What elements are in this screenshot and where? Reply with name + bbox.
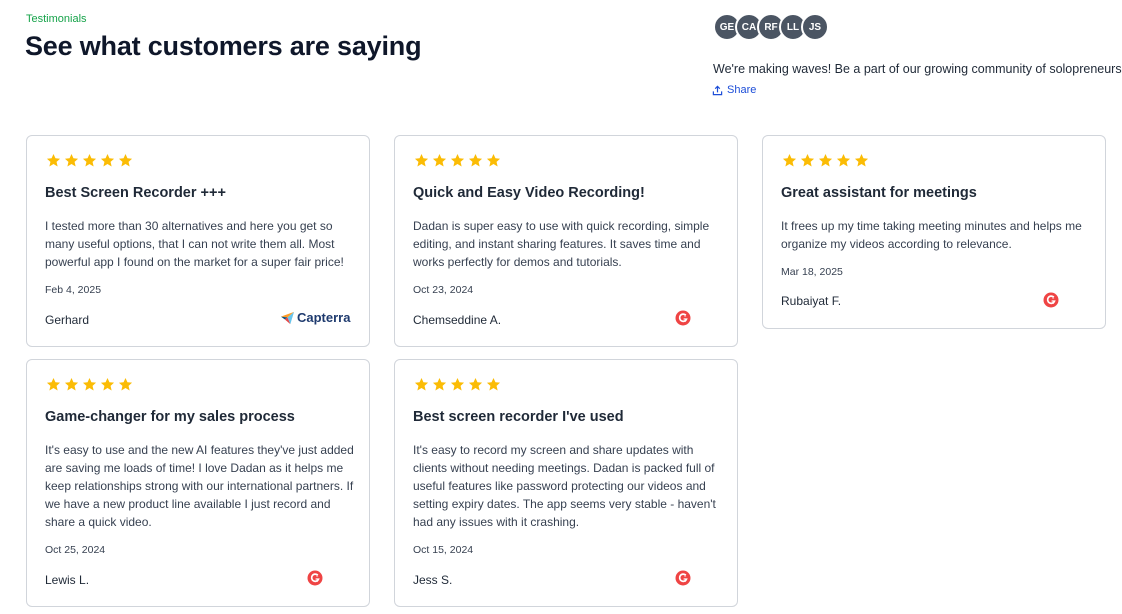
g2-icon: 2 <box>675 570 691 591</box>
section-eyebrow: Testimonials <box>26 13 87 25</box>
testimonial-author: Lewis L. <box>45 573 90 587</box>
testimonial-title: Great assistant for meetings <box>781 185 977 201</box>
star-icon <box>100 377 115 391</box>
star-icon <box>46 377 61 391</box>
star-icon <box>414 377 429 391</box>
star-icon <box>486 153 501 167</box>
star-icon <box>82 377 97 391</box>
testimonial-author: Jess S. <box>413 573 453 587</box>
avatar-group: GE CA RF LL JS <box>713 13 829 41</box>
testimonial-title: Best Screen Recorder +++ <box>45 185 226 201</box>
share-button[interactable]: Share <box>712 84 756 96</box>
svg-text:2: 2 <box>1052 295 1054 299</box>
testimonial-body: I tested more than 30 alternatives and h… <box>45 219 344 269</box>
star-icon <box>468 377 483 391</box>
star-icon <box>450 377 465 391</box>
g2-icon: 2 <box>1043 292 1059 313</box>
testimonial-date: Oct 25, 2024 <box>45 544 106 556</box>
page-title: See what customers are saying <box>25 31 422 61</box>
star-icon <box>414 153 429 167</box>
testimonial-card: Quick and Easy Video Recording! Dadan is… <box>394 135 738 347</box>
testimonial-body: It frees up my time taking meeting minut… <box>781 219 1082 251</box>
testimonial-card: Best Screen Recorder +++ I tested more t… <box>26 135 370 347</box>
capterra-arrow-icon <box>280 311 295 325</box>
svg-text:2: 2 <box>684 313 686 317</box>
testimonial-date: Oct 23, 2024 <box>413 284 474 296</box>
testimonial-author: Rubaiyat F. <box>781 294 842 308</box>
testimonial-author: Gerhard <box>45 313 90 327</box>
svg-text:2: 2 <box>684 573 686 577</box>
star-icon <box>432 153 447 167</box>
testimonial-date: Mar 18, 2025 <box>781 266 843 278</box>
star-rating <box>414 153 501 168</box>
star-icon <box>118 153 133 167</box>
testimonial-title: Best screen recorder I've used <box>413 409 624 425</box>
community-text: We're making waves! Be a part of our gro… <box>713 62 1122 76</box>
g2-logo-shape: 2 <box>307 570 323 586</box>
star-icon <box>468 153 483 167</box>
testimonial-card: Great assistant for meetings It frees up… <box>762 135 1106 329</box>
avatar: JS <box>801 13 829 41</box>
testimonial-author: Chemseddine A. <box>413 313 502 327</box>
star-icon <box>432 377 447 391</box>
testimonial-date: Oct 15, 2024 <box>413 544 474 556</box>
testimonial-body: It's easy to record my screen and share … <box>413 443 716 529</box>
svg-text:2: 2 <box>316 573 318 577</box>
star-icon <box>486 377 501 391</box>
star-rating <box>414 377 501 392</box>
star-icon <box>854 153 869 167</box>
testimonial-card: Best screen recorder I've used It's easy… <box>394 359 738 607</box>
g2-icon: 2 <box>675 310 691 331</box>
capterra-wordmark: Capterra <box>297 310 351 325</box>
star-icon <box>118 377 133 391</box>
star-icon <box>800 153 815 167</box>
g2-logo-shape: 2 <box>675 570 691 586</box>
testimonial-body: It's easy to use and the new AI features… <box>45 443 354 529</box>
star-rating <box>46 153 133 168</box>
testimonial-title: Game-changer for my sales process <box>45 409 295 425</box>
star-rating <box>46 377 133 392</box>
g2-logo-shape: 2 <box>675 310 691 326</box>
g2-logo-shape: 2 <box>1043 292 1059 308</box>
star-icon <box>46 153 61 167</box>
share-label: Share <box>727 84 757 96</box>
g2-icon: 2 <box>307 570 323 591</box>
star-icon <box>64 153 79 167</box>
star-icon <box>782 153 797 167</box>
share-icon <box>712 85 723 95</box>
star-icon <box>450 153 465 167</box>
testimonial-title: Quick and Easy Video Recording! <box>413 185 645 201</box>
star-icon <box>82 153 97 167</box>
star-icon <box>64 377 79 391</box>
capterra-logo: Capterra <box>280 310 350 325</box>
star-icon <box>818 153 833 167</box>
star-rating <box>782 153 869 168</box>
star-icon <box>836 153 851 167</box>
star-icon <box>100 153 115 167</box>
testimonial-card: Game-changer for my sales process It's e… <box>26 359 370 607</box>
testimonial-body: Dadan is super easy to use with quick re… <box>413 219 710 269</box>
testimonial-date: Feb 4, 2025 <box>45 284 102 296</box>
